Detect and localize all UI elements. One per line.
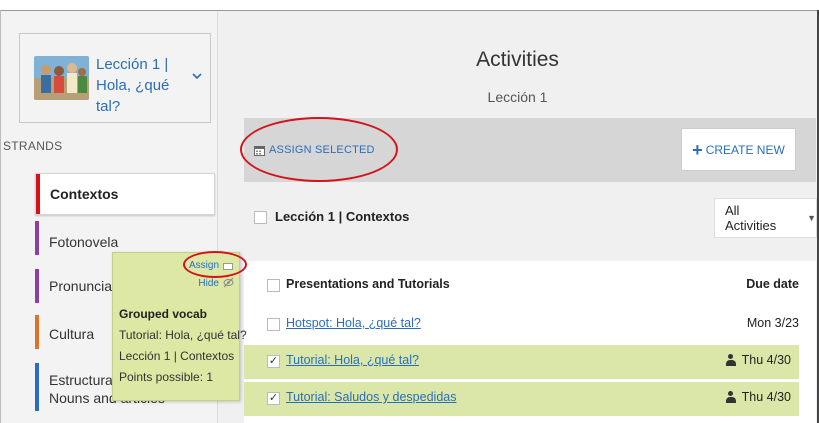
- row-checkbox[interactable]: ✓: [267, 392, 280, 405]
- activity-popover: Assign Hide Grouped vocab Tutorial: Hola…: [112, 252, 247, 401]
- table-row: ✓ Tutorial: Hola, ¿qué tal? Thu 4/30: [244, 345, 799, 379]
- row-checkbox[interactable]: ✓: [267, 355, 280, 368]
- strands-heading: STRANDS: [3, 139, 63, 153]
- plus-icon: +: [692, 139, 703, 160]
- due-date-text: Thu 4/30: [741, 390, 791, 404]
- activity-link[interactable]: Tutorial: Hola, ¿qué tal?: [286, 353, 419, 367]
- create-new-label: CREATE NEW: [705, 142, 785, 157]
- popover-line: Tutorial: Hola, ¿qué tal?: [119, 328, 247, 342]
- assign-selected-button[interactable]: ASSIGN SELECTED: [254, 140, 375, 160]
- popover-hide-link[interactable]: Hide: [198, 278, 219, 289]
- activity-link[interactable]: Tutorial: Saludos y despedidas: [286, 390, 456, 404]
- strand-color-bar: [35, 363, 39, 411]
- strand-color-bar: [35, 315, 39, 349]
- popover-line: Points possible: 1: [119, 370, 214, 384]
- activity-link[interactable]: Hotspot: Hola, ¿qué tal?: [286, 316, 421, 330]
- activity-group-label: Lección 1 | Contextos: [275, 209, 410, 224]
- person-icon: [725, 354, 736, 366]
- filter-selected-value: All Activities: [725, 203, 777, 233]
- section-checkbox[interactable]: [267, 279, 280, 292]
- strand-color-bar: [36, 174, 40, 214]
- toolbar: ASSIGN SELECTED + CREATE NEW: [244, 118, 816, 182]
- popover-title: Grouped vocab: [119, 307, 208, 321]
- chevron-down-icon[interactable]: [191, 70, 203, 82]
- strand-label: Contextos: [50, 186, 119, 202]
- due-date: Thu 4/30: [725, 390, 791, 404]
- table-header-row: Presentations and Tutorials Due date: [244, 269, 799, 303]
- due-date: Mon 3/23: [747, 316, 799, 330]
- popover-assign-link[interactable]: Assign: [189, 260, 219, 271]
- eye-slash-icon: [223, 277, 234, 288]
- lesson-thumbnail: [34, 56, 89, 100]
- strand-label: Fotonovela: [49, 234, 119, 250]
- main-panel: Activities Lección 1 ASSIGN SELECTED + C…: [218, 11, 817, 423]
- caret-down-icon: ▼: [807, 213, 816, 223]
- create-new-button[interactable]: + CREATE NEW: [681, 128, 796, 171]
- due-date-header: Due date: [746, 277, 799, 291]
- activity-filter-select[interactable]: All Activities ▼: [714, 198, 817, 238]
- lesson-selector[interactable]: Lección 1 | Hola, ¿qué tal?: [19, 33, 211, 123]
- row-checkbox[interactable]: [267, 318, 280, 331]
- calendar-icon: [254, 145, 265, 156]
- section-title: Presentations and Tutorials: [286, 277, 450, 291]
- page-title: Activities: [476, 48, 559, 71]
- calendar-icon: [223, 263, 233, 270]
- lesson-title[interactable]: Lección 1 | Hola, ¿qué tal?: [96, 54, 192, 117]
- activities-table: Presentations and Tutorials Due date Hot…: [244, 261, 816, 423]
- strand-label: Cultura: [49, 326, 95, 342]
- strand-color-bar: [35, 269, 39, 303]
- strand-contextos[interactable]: Contextos: [35, 173, 215, 215]
- due-date-text: Thu 4/30: [741, 353, 791, 367]
- due-date-text: Mon 3/23: [746, 316, 799, 330]
- person-icon: [725, 391, 736, 403]
- popover-details: Grouped vocab Tutorial: Hola, ¿qué tal? …: [119, 304, 247, 388]
- table-row: ✓ Tutorial: Saludos y despedidas Thu 4/3…: [244, 382, 799, 416]
- popover-line: Lección 1 | Contextos: [119, 349, 235, 363]
- select-all-checkbox[interactable]: [254, 211, 267, 224]
- page-subtitle: Lección 1: [487, 89, 548, 105]
- due-date: Thu 4/30: [725, 353, 791, 367]
- assign-selected-label: ASSIGN SELECTED: [269, 144, 375, 156]
- strand-color-bar: [35, 221, 39, 255]
- table-row: Hotspot: Hola, ¿qué tal? Mon 3/23: [244, 308, 799, 342]
